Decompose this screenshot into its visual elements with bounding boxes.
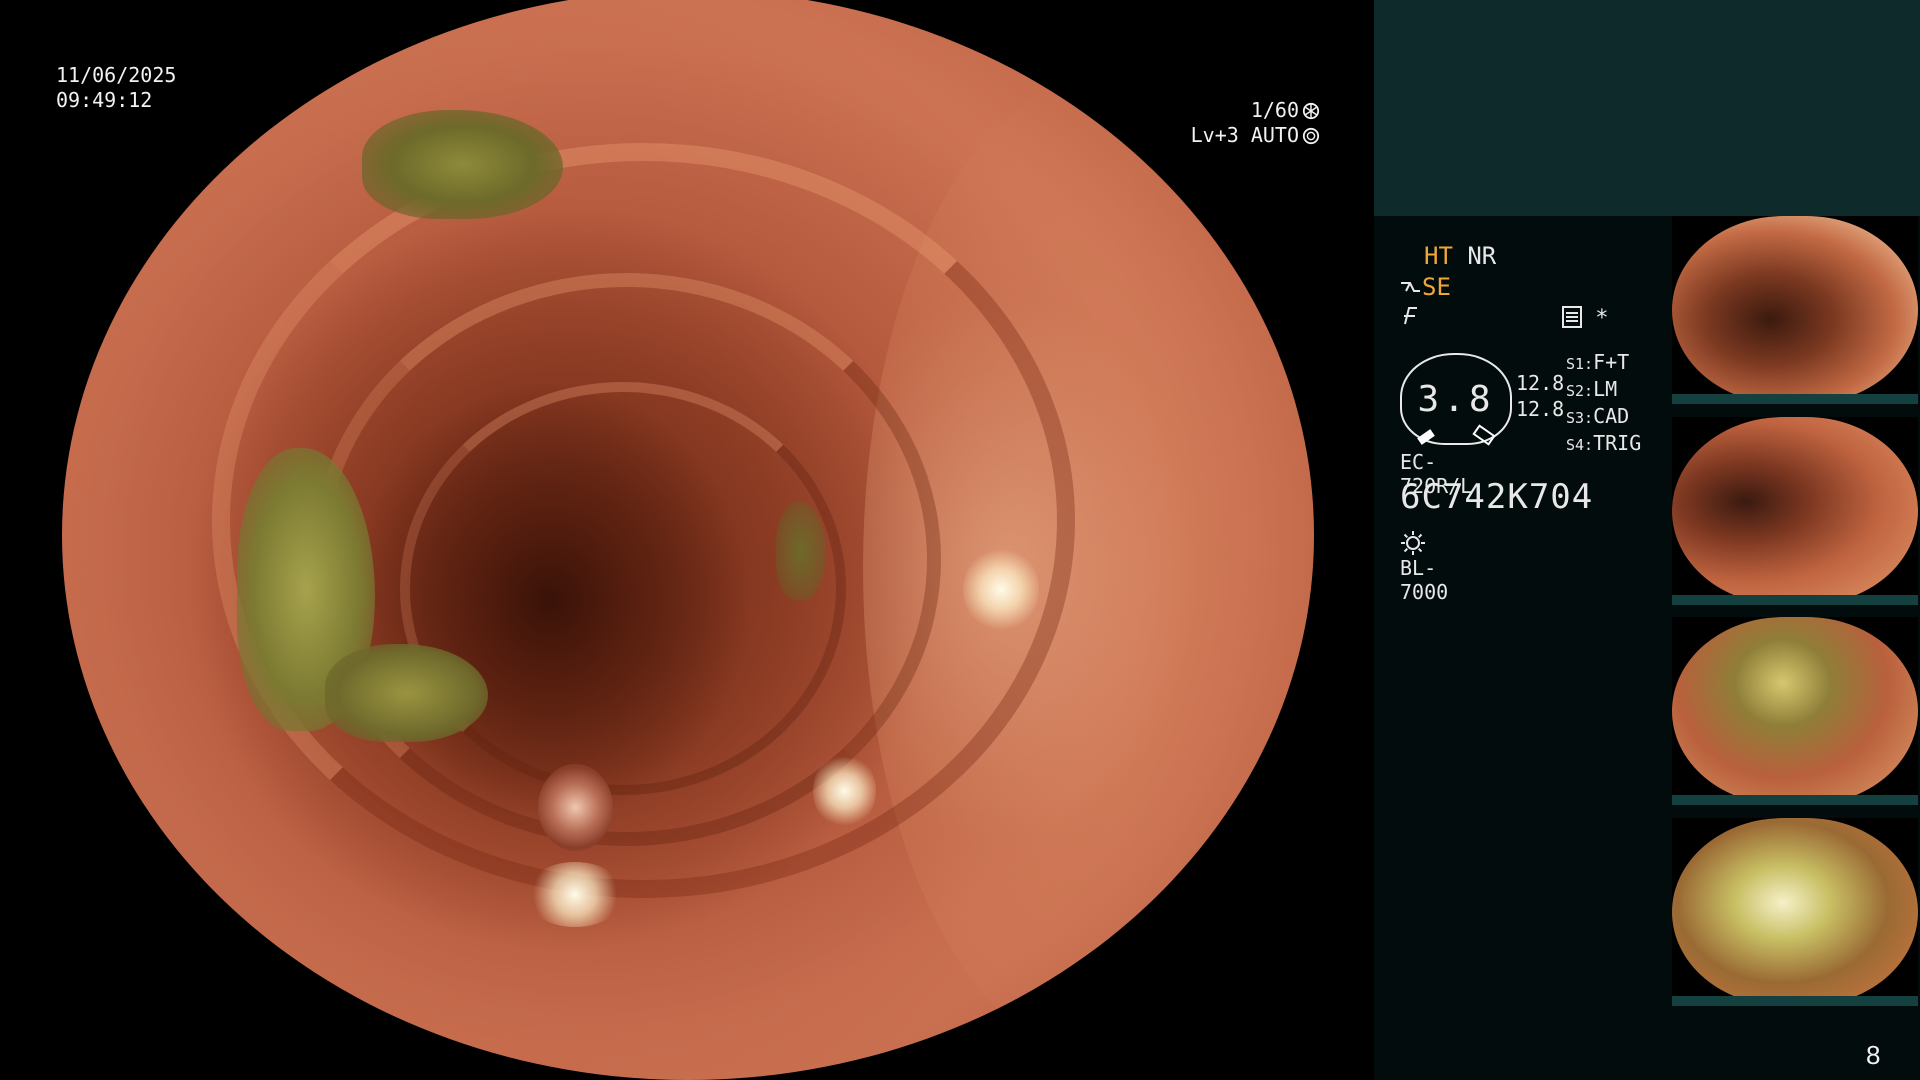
scope-icon [1401, 282, 1420, 292]
shutter-text: 1/60 [1250, 98, 1299, 122]
star-mark: * [1595, 306, 1609, 331]
mode-icons: * [1562, 306, 1609, 331]
polyp [537, 763, 613, 852]
gauge-value: 3.8 [1417, 379, 1495, 420]
capture-thumbnail[interactable] [1672, 818, 1918, 1006]
thumbnail-image [1672, 818, 1918, 1006]
ht-nr-line: HT NR [1424, 242, 1496, 270]
switch-key: S1: [1566, 355, 1594, 373]
light-reflection [963, 545, 1039, 634]
sun-icon [1401, 531, 1425, 555]
filter-icon [1404, 307, 1417, 325]
thumbnail-bar [1672, 394, 1918, 404]
switch-key: S4: [1566, 436, 1594, 454]
filter-line [1400, 304, 1420, 332]
gauge-readouts: 12.8 12.8 [1516, 370, 1564, 422]
endoscopic-image [62, 0, 1314, 1080]
exposure-settings: 1/60 Lv+3 AUTO [1180, 98, 1320, 148]
capture-thumbnail[interactable] [1672, 617, 1918, 805]
switch-value: LM [1593, 377, 1618, 401]
switch-key: S2: [1566, 382, 1594, 400]
light-source: BL-7000 [1400, 530, 1448, 604]
time-text: 09:49:12 [56, 88, 153, 112]
debris-patch [362, 109, 563, 219]
gauge-readout: 12.8 [1516, 371, 1565, 395]
thumbnail-bar [1672, 795, 1918, 805]
menu-icon [1562, 306, 1582, 328]
switch-value: F+T [1593, 350, 1630, 374]
iris-line: Lv+3 AUTO [1180, 123, 1320, 148]
switch-value: CAD [1593, 404, 1630, 428]
gauge-readout: 12.8 [1516, 397, 1565, 421]
iris-icon [1302, 127, 1320, 145]
debris-patch [324, 644, 488, 743]
panel-header-area [1374, 0, 1920, 216]
shutter-line: 1/60 [1180, 98, 1320, 123]
date-time-display: 11/06/2025 09:49:12 [56, 63, 176, 113]
brightness-gauge: 3.8 [1400, 353, 1512, 446]
switch-item: S4:TRIG [1566, 431, 1641, 458]
page-number: 8 [1866, 1040, 1881, 1070]
switch-item: S1:F+T [1566, 350, 1641, 377]
nr-label: NR [1467, 242, 1497, 270]
light-reflection [813, 753, 876, 830]
scope-serial-number: 6C742K704 [1400, 477, 1594, 517]
se-label: SE [1422, 273, 1451, 301]
light-source-text: BL-7000 [1400, 556, 1449, 604]
endoscope-view: 11/06/2025 09:49:12 1/60 Lv+3 AUTO [0, 0, 1372, 1080]
thumbnail-image [1672, 617, 1918, 805]
scope-switch-list: S1:F+T S2:LM S3:CAD S4:TRIG [1566, 350, 1641, 458]
se-line: SE [1400, 273, 1451, 301]
thumbnail-bar [1672, 996, 1918, 1006]
date-text: 11/06/2025 [56, 63, 177, 87]
thumbnail-image [1672, 216, 1918, 404]
debris-patch [775, 502, 826, 601]
switch-item: S2:LM [1566, 377, 1641, 404]
capture-thumbnail[interactable] [1672, 417, 1918, 605]
switch-item: S3:CAD [1566, 404, 1641, 431]
light-reflection [525, 862, 626, 928]
thumbnail-image [1672, 417, 1918, 605]
switch-key: S3: [1566, 409, 1594, 427]
iris-text: Lv+3 AUTO [1190, 123, 1299, 147]
capture-thumbnail[interactable] [1672, 216, 1918, 404]
ht-label: HT [1424, 242, 1453, 270]
switch-value: TRIG [1593, 431, 1642, 455]
mucosal-fold [400, 382, 846, 795]
thumbnail-bar [1672, 595, 1918, 605]
shutter-icon [1302, 102, 1320, 120]
